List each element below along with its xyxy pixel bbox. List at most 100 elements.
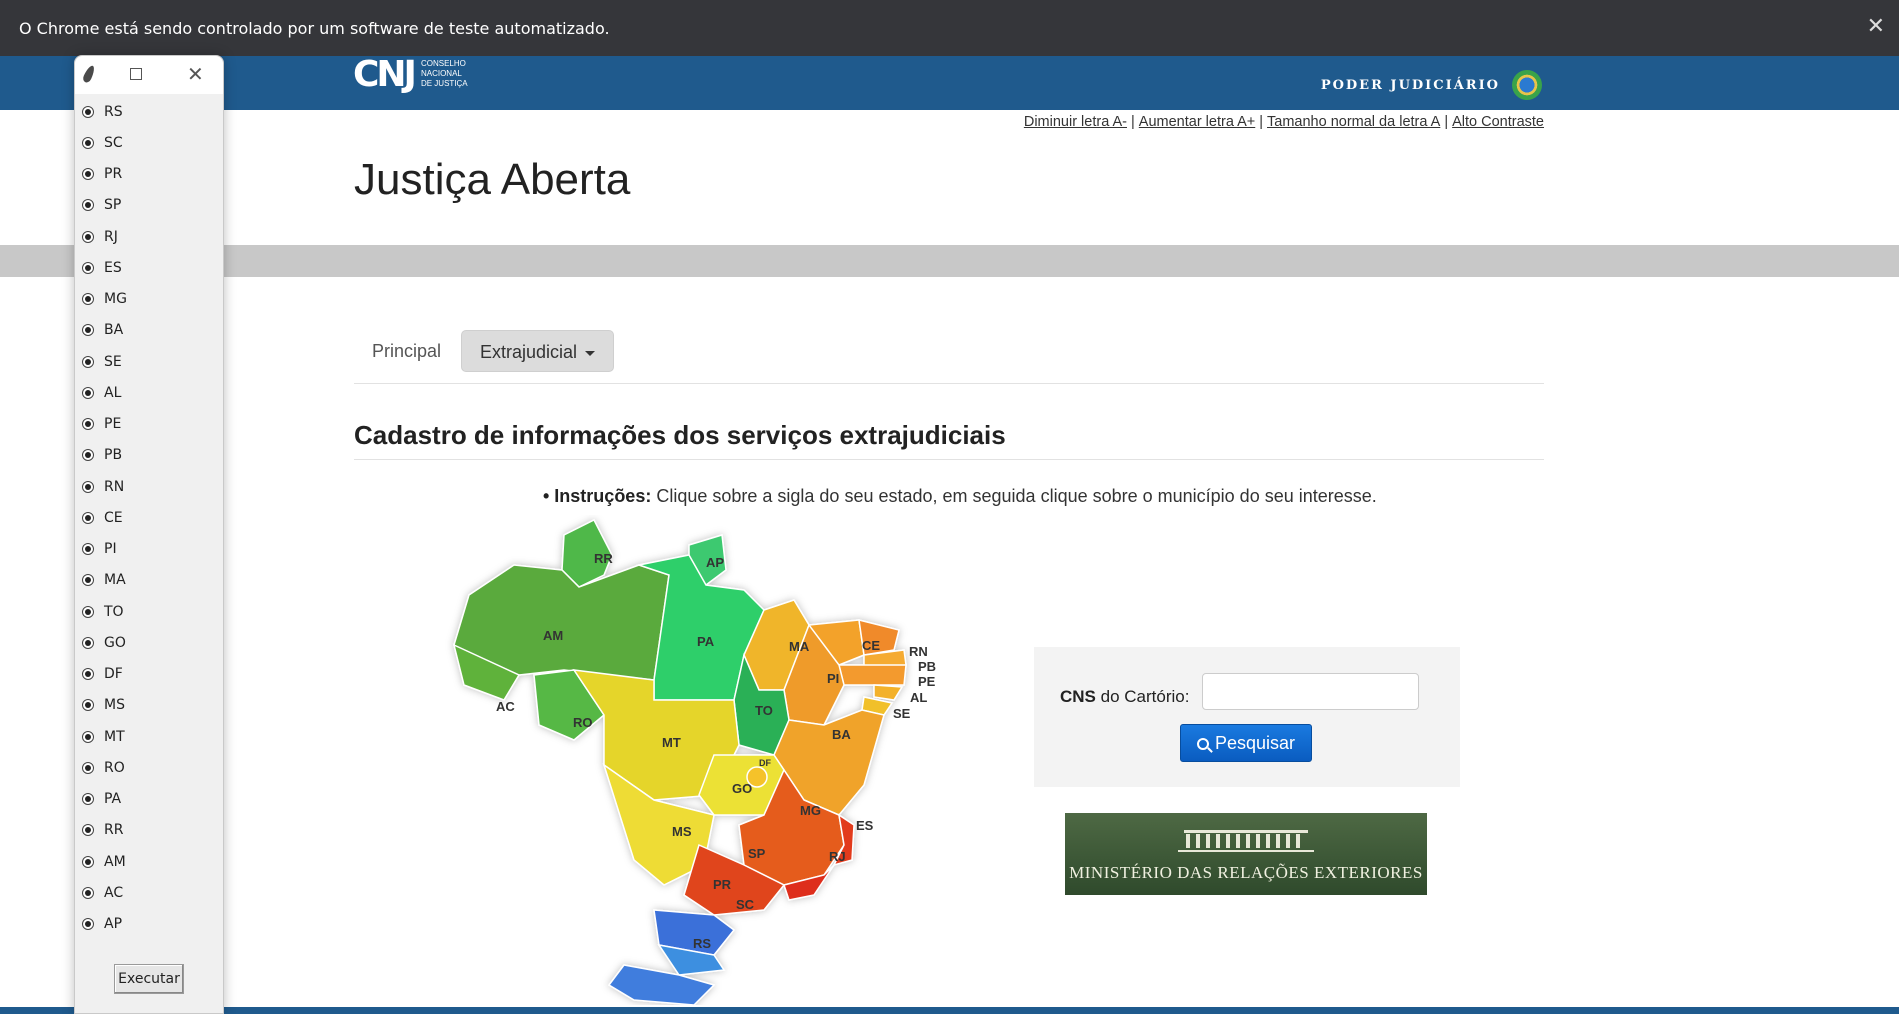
state-radio-rj[interactable]: RJ [82,221,127,252]
state-radio-label: RJ [104,228,118,245]
cns-label-bold: CNS [1060,687,1096,706]
state-radio-label: PI [104,541,117,558]
radio-icon[interactable] [82,730,94,743]
radio-icon[interactable] [82,168,94,181]
map-label: SP [748,846,766,861]
radio-icon[interactable] [82,543,94,556]
state-radio-sc[interactable]: SC [82,127,127,158]
map-label: CE [862,638,880,653]
automation-infobar: O Chrome está sendo controlado por um so… [0,0,1899,56]
org-line: NACIONAL [420,69,462,78]
radio-icon[interactable] [82,574,94,587]
radio-icon[interactable] [82,886,94,899]
state-radio-to[interactable]: TO [82,596,127,627]
search-button-label: Pesquisar [1214,733,1296,753]
state-radio-ap[interactable]: AP [82,909,127,940]
radio-icon[interactable] [82,386,94,399]
state-radio-label: BA [104,322,124,339]
radio-icon[interactable] [82,230,94,243]
gray-divider-bar [0,245,1899,277]
mre-banner-text: MINISTÉRIO DAS RELAÇÕES EXTERIORES [1069,863,1423,882]
radio-icon[interactable] [82,136,94,149]
brazil-map[interactable]: RR AP AM PA MA CE RN PB PE AL SE PI AC R… [444,515,954,1005]
map-label: PB [918,659,936,674]
state-radio-mg[interactable]: MG [82,284,127,315]
state-radio-label: DF [104,666,123,683]
radio-icon[interactable] [82,418,94,431]
state-radio-pb[interactable]: PB [82,440,127,471]
mre-banner[interactable]: MINISTÉRIO DAS RELAÇÕES EXTERIORES [1065,813,1427,895]
radio-icon[interactable] [82,199,94,212]
cnj-logo[interactable]: CNJ CONSELHO NACIONAL DE JUSTIÇA [353,53,468,95]
tk-titlebar[interactable]: ✕ [75,56,223,94]
radio-icon[interactable] [82,636,94,649]
radio-icon[interactable] [82,449,94,462]
state-radio-am[interactable]: AM [82,846,127,877]
state-pe[interactable] [838,664,907,686]
section-divider [354,459,1544,460]
state-radio-ma[interactable]: MA [82,565,127,596]
accessibility-links: Diminuir letra A- | Aumentar letra A+ | Tama… [1024,114,1544,130]
cns-input[interactable] [1202,673,1419,710]
maximize-icon[interactable] [130,68,142,80]
state-radio-label: RO [104,759,125,776]
tk-state-selector-window: ✕ RS SC PR SP RJ ES MG BA SE AL PE PB RN CE PI MA TO GO DF… [74,55,224,1014]
tab-extrajudicial[interactable]: Extrajudicial [461,330,615,372]
infobar-close-icon[interactable]: ✕ [1867,14,1885,39]
map-label: RN [909,644,928,659]
execute-button[interactable]: Executar [114,964,184,994]
state-radio-ce[interactable]: CE [82,502,127,533]
tab-principal[interactable]: Principal [354,330,459,372]
radio-icon[interactable] [82,261,94,274]
map-label: ES [856,818,874,833]
cns-label-rest: do Cartório: [1095,687,1190,706]
state-radio-ro[interactable]: RO [82,752,127,783]
state-radio-mt[interactable]: MT [82,721,127,752]
org-line: CONSELHO [420,59,466,68]
state-radio-ac[interactable]: AC [82,877,127,908]
state-radio-rn[interactable]: RN [82,471,127,502]
state-radio-pr[interactable]: PR [82,159,127,190]
state-radio-label: RS [104,103,123,120]
state-radio-al[interactable]: AL [82,377,127,408]
radio-icon[interactable] [82,480,94,493]
state-radio-ms[interactable]: MS [82,690,127,721]
map-label: PI [827,671,839,686]
decrease-font-link[interactable]: Diminuir letra A- [1024,114,1127,130]
radio-icon[interactable] [82,293,94,306]
map-label: SC [736,897,755,912]
state-radio-pe[interactable]: PE [82,409,127,440]
high-contrast-link[interactable]: Alto Contraste [1452,114,1544,130]
state-radio-ba[interactable]: BA [82,315,127,346]
state-radio-sp[interactable]: SP [82,190,127,221]
state-radio-list: RS SC PR SP RJ ES MG BA SE AL PE PB RN CE PI MA TO GO DF MS… [82,96,127,940]
radio-icon[interactable] [82,605,94,618]
state-radio-rr[interactable]: RR [82,815,127,846]
radio-icon[interactable] [82,761,94,774]
normal-font-link[interactable]: Tamanho normal da letra A [1267,114,1440,130]
radio-icon[interactable] [82,918,94,931]
state-radio-es[interactable]: ES [82,252,127,283]
radio-icon[interactable] [82,105,94,118]
state-radio-df[interactable]: DF [82,659,127,690]
radio-icon[interactable] [82,355,94,368]
state-radio-rs[interactable]: RS [82,96,127,127]
close-icon[interactable]: ✕ [187,62,204,87]
radio-icon[interactable] [82,324,94,337]
increase-font-link[interactable]: Aumentar letra A+ [1139,114,1255,130]
state-radio-pi[interactable]: PI [82,534,127,565]
radio-icon[interactable] [82,824,94,837]
radio-icon[interactable] [82,699,94,712]
state-radio-se[interactable]: SE [82,346,127,377]
map-label: MG [800,803,821,818]
state-radio-pa[interactable]: PA [82,784,127,815]
radio-icon[interactable] [82,668,94,681]
cnj-logo-mark: CNJ [353,53,417,95]
state-al[interactable] [873,684,904,701]
instructions: • Instruções: Clique sobre a sigla do se… [543,486,1377,507]
state-radio-go[interactable]: GO [82,627,127,658]
search-button[interactable]: Pesquisar [1180,724,1312,762]
radio-icon[interactable] [82,511,94,524]
radio-icon[interactable] [82,793,94,806]
radio-icon[interactable] [82,855,94,868]
